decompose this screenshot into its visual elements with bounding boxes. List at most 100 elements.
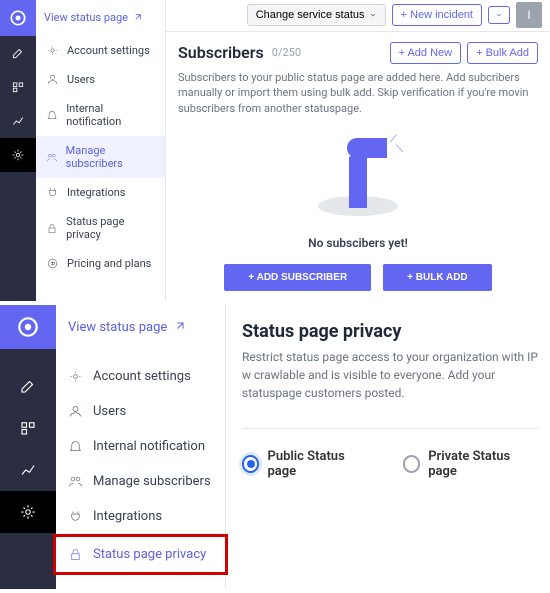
nav-users[interactable]: Users	[56, 394, 225, 429]
view-status-link[interactable]: View status page	[44, 11, 142, 24]
radio-dot-icon	[242, 455, 259, 473]
user-icon	[68, 404, 83, 419]
annotation-highlight: Status page privacy	[53, 534, 228, 575]
nav-account-settings[interactable]: Account settings	[56, 359, 225, 394]
view-status-label: View status page	[68, 320, 167, 335]
gear-icon	[68, 369, 83, 384]
rail-item-compose[interactable]	[0, 36, 36, 70]
privacy-radio-group: Public Status page Private Status page	[242, 449, 538, 479]
add-new-button[interactable]: + Add New	[390, 42, 462, 64]
rail-item-components[interactable]	[0, 70, 36, 104]
user-icon	[46, 73, 59, 86]
nav-topbar: View status page	[36, 6, 165, 36]
nav-status-privacy[interactable]: Status page privacy	[36, 207, 165, 249]
avatar[interactable]: I	[516, 2, 542, 28]
nav-integrations[interactable]: Integrations	[56, 499, 225, 534]
nav-label: Status page privacy	[66, 215, 155, 241]
lock-icon	[46, 222, 58, 235]
bell-icon	[68, 439, 83, 454]
icon-rail	[0, 0, 36, 301]
nav-topbar: View status page	[56, 305, 225, 349]
compose-icon	[19, 377, 37, 395]
nav-status-privacy[interactable]: Status page privacy	[56, 537, 225, 572]
rail-item-settings[interactable]	[0, 491, 56, 533]
logo-icon	[15, 314, 41, 340]
nav-label: Integrations	[93, 509, 162, 524]
app-logo[interactable]	[0, 305, 56, 349]
bell-icon	[46, 109, 58, 122]
plug-icon	[68, 509, 83, 524]
page-description: Subscribers to your public status page a…	[178, 70, 538, 116]
nav-account-settings[interactable]: Account settings	[36, 36, 165, 65]
rail-item-analytics[interactable]	[0, 449, 56, 491]
empty-text: No subscibers yet!	[308, 236, 408, 250]
change-status-dropdown[interactable]: Change service status	[247, 4, 386, 26]
settings-nav: View status page Account settings Users …	[36, 0, 166, 301]
gear-icon	[11, 148, 25, 162]
nav-internal-notification[interactable]: Internal notification	[36, 94, 165, 136]
nav-label: Users	[93, 404, 126, 419]
page-title: Subscribers	[178, 43, 264, 62]
analytics-icon	[19, 461, 37, 479]
nav-pricing[interactable]: Pricing and plans	[36, 249, 165, 278]
subscribers-icon	[46, 151, 58, 164]
nav-label: Integrations	[67, 186, 125, 199]
gear-icon	[19, 503, 37, 521]
bulk-add-button[interactable]: + Bulk Add	[467, 42, 538, 64]
empty-actions: + ADD SUBSCRIBER + BULK ADD	[224, 264, 491, 291]
external-link-icon	[173, 321, 185, 333]
settings-nav: View status page Account settings Users …	[56, 305, 226, 589]
nav-users[interactable]: Users	[36, 65, 165, 94]
nav-list: Account settings Users Internal notifica…	[36, 36, 165, 278]
bulk-add-button-large[interactable]: + BULK ADD	[383, 264, 491, 291]
radio-dot-icon	[403, 455, 421, 473]
radio-public[interactable]: Public Status page	[242, 449, 373, 479]
logo-icon	[8, 8, 28, 28]
nav-list: Account settings Users Internal notifica…	[56, 349, 225, 575]
page-description: Restrict status page access to your orga…	[242, 348, 538, 402]
main-area: Status page privacy Restrict status page…	[226, 305, 550, 589]
plug-icon	[46, 186, 59, 199]
analytics-icon	[11, 114, 25, 128]
new-incident-dropdown[interactable]	[488, 6, 510, 24]
rail-item-components[interactable]	[0, 407, 56, 449]
nav-label: Users	[67, 73, 95, 86]
nav-internal-notification[interactable]: Internal notification	[56, 429, 225, 464]
nav-label: Account settings	[93, 369, 191, 384]
new-incident-button[interactable]: + New incident	[392, 4, 482, 26]
external-link-icon	[132, 13, 142, 23]
components-icon	[19, 419, 37, 437]
periscope-illustration: ⟋⟍	[313, 134, 403, 224]
rail-item-compose[interactable]	[0, 365, 56, 407]
nav-label: Internal notification	[66, 102, 155, 128]
add-subscriber-button[interactable]: + ADD SUBSCRIBER	[224, 264, 371, 291]
nav-label: Manage subscribers	[93, 474, 211, 489]
page-title: Status page privacy	[242, 321, 538, 342]
change-status-label: Change service status	[256, 9, 365, 21]
rail-item-analytics[interactable]	[0, 104, 36, 138]
radio-private[interactable]: Private Status page	[403, 449, 538, 479]
content: Subscribers 0/250 + Add New + Bulk Add S…	[166, 32, 550, 301]
app-logo[interactable]	[0, 0, 36, 36]
lock-icon	[68, 547, 83, 562]
gear-icon	[46, 44, 59, 57]
screenshot-privacy: View status page Account settings Users …	[0, 305, 550, 589]
chevron-down-icon	[495, 11, 503, 19]
nav-label: Account settings	[67, 44, 150, 57]
nav-manage-subscribers[interactable]: Manage subscribers	[36, 136, 165, 178]
rail-item-settings[interactable]	[0, 138, 36, 172]
radio-label: Public Status page	[267, 449, 372, 479]
title-row: Subscribers 0/250 + Add New + Bulk Add	[178, 42, 538, 64]
components-icon	[11, 80, 25, 94]
icon-rail	[0, 305, 56, 589]
nav-label: Manage subscribers	[66, 144, 155, 170]
main-area: Change service status + New incident I S…	[166, 0, 550, 301]
nav-integrations[interactable]: Integrations	[36, 178, 165, 207]
screenshot-subscribers: View status page Account settings Users …	[0, 0, 550, 305]
empty-state: ⟋⟍ No subscibers yet! + ADD SUBSCRIBER +…	[178, 134, 538, 291]
nav-label: Status page privacy	[93, 547, 206, 562]
view-status-link[interactable]: View status page	[68, 320, 185, 335]
radio-label: Private Status page	[428, 449, 538, 479]
nav-label: Internal notification	[93, 439, 205, 454]
nav-manage-subscribers[interactable]: Manage subscribers	[56, 464, 225, 499]
